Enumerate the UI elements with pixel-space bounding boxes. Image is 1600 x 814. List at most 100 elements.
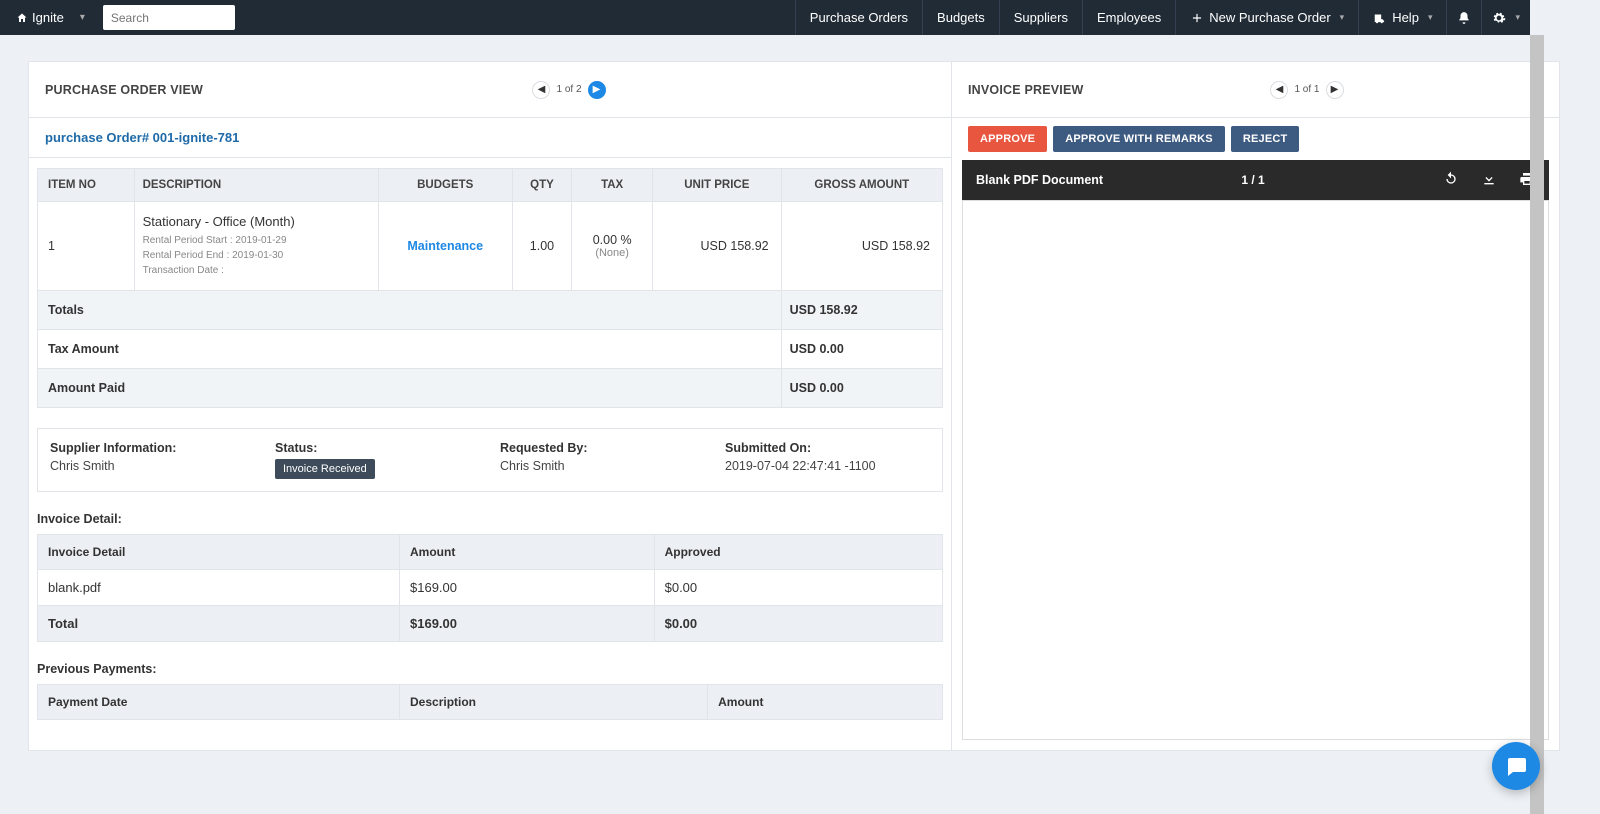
pager-next-button[interactable]: ▶	[588, 81, 606, 99]
pager-prev-button[interactable]: ◀	[1270, 81, 1288, 99]
submitted-col: Submitted On: 2019-07-04 22:47:41 -1100	[725, 441, 930, 479]
status-col: Status: Invoice Received	[275, 441, 480, 479]
col-budgets: BUDGETS	[378, 169, 512, 202]
reject-button[interactable]: REJECT	[1231, 126, 1300, 152]
col-invoice-detail: Invoice Detail	[38, 535, 400, 570]
cell-approved: $0.00	[654, 570, 942, 606]
nav-help[interactable]: Help ▾	[1358, 0, 1446, 35]
totals-value: USD 158.92	[781, 291, 942, 330]
desc-line: Rental Period Start : 2019-01-29	[143, 233, 370, 248]
cell-unit-price: USD 158.92	[653, 202, 782, 291]
pager-next-button[interactable]: ▶	[1326, 81, 1344, 99]
cell-item-no: 1	[38, 202, 135, 291]
vertical-scrollbar[interactable]	[1530, 35, 1544, 812]
preview-header: INVOICE PREVIEW ◀ 1 of 1 ▶ ✕	[952, 62, 1559, 118]
chat-fab-button[interactable]	[1492, 742, 1540, 790]
col-pay-desc: Description	[400, 685, 708, 720]
preview-title: INVOICE PREVIEW	[968, 83, 1084, 97]
table-row: blank.pdf $169.00 $0.00	[38, 570, 943, 606]
total-row: Total $169.00 $0.00	[38, 606, 943, 642]
totals-row: Totals USD 158.92	[38, 291, 943, 330]
nav-new-po[interactable]: New Purchase Order ▾	[1175, 0, 1358, 35]
nav-settings[interactable]: ▾	[1481, 0, 1530, 35]
invoice-detail-table: Invoice Detail Amount Approved blank.pdf…	[37, 534, 943, 642]
invoice-preview-panel: INVOICE PREVIEW ◀ 1 of 1 ▶ ✕ APPROVE APP…	[952, 62, 1559, 750]
desc-main: Stationary - Office (Month)	[143, 214, 370, 229]
download-icon[interactable]	[1481, 171, 1497, 190]
top-navbar: Ignite ▾ Purchase Orders Budgets Supplie…	[0, 0, 1530, 35]
cell-total-approved: $0.00	[654, 606, 942, 642]
brand-name: Ignite	[32, 10, 64, 25]
tax-row: Tax Amount USD 0.00	[38, 330, 943, 369]
budget-link[interactable]: Maintenance	[407, 239, 483, 253]
approval-actions: APPROVE APPROVE WITH REMARKS REJECT	[952, 118, 1559, 160]
nav-label: Purchase Orders	[810, 10, 908, 25]
info-box: Supplier Information: Chris Smith Status…	[37, 428, 943, 492]
truck-icon	[1373, 11, 1387, 25]
supplier-col: Supplier Information: Chris Smith	[50, 441, 255, 479]
col-pay-amount: Amount	[708, 685, 943, 720]
bell-icon	[1457, 11, 1471, 25]
tax-value: USD 0.00	[781, 330, 942, 369]
nav-suppliers[interactable]: Suppliers	[999, 0, 1082, 35]
cell-tax: 0.00 % (None)	[572, 202, 653, 291]
requested-value: Chris Smith	[500, 459, 705, 473]
pager-prev-button[interactable]: ◀	[532, 81, 550, 99]
nav-notifications[interactable]	[1446, 0, 1481, 35]
col-item-no: ITEM NO	[38, 169, 135, 202]
col-amount: Amount	[400, 535, 655, 570]
col-approved: Approved	[654, 535, 942, 570]
invoice-detail-heading: Invoice Detail:	[37, 512, 943, 526]
desc-line: Rental Period End : 2019-01-30	[143, 248, 370, 263]
requested-col: Requested By: Chris Smith	[500, 441, 705, 479]
nav-label: Help	[1392, 10, 1419, 25]
approve-button[interactable]: APPROVE	[968, 126, 1047, 152]
search-container	[103, 5, 235, 30]
chevron-down-icon: ▾	[80, 12, 85, 23]
pdf-filename: Blank PDF Document	[976, 173, 1103, 187]
col-qty: QTY	[512, 169, 572, 202]
line-items-table: ITEM NO DESCRIPTION BUDGETS QTY TAX UNIT…	[37, 168, 943, 408]
brand-menu[interactable]: Ignite ▾	[8, 10, 93, 25]
col-unit-price: UNIT PRICE	[653, 169, 782, 202]
page-content: PURCHASE ORDER VIEW ◀ 1 of 2 ▶ purchase …	[0, 35, 1600, 814]
search-input[interactable]	[103, 5, 235, 30]
desc-sub: Rental Period Start : 2019-01-29 Rental …	[143, 233, 370, 278]
tax-none: (None)	[580, 247, 644, 259]
paid-row: Amount Paid USD 0.00	[38, 369, 943, 408]
chat-icon	[1504, 754, 1528, 778]
nav-label: Employees	[1097, 10, 1161, 25]
cell-budget: Maintenance	[378, 202, 512, 291]
paid-value: USD 0.00	[781, 369, 942, 408]
cell-description: Stationary - Office (Month) Rental Perio…	[134, 202, 378, 291]
pdf-viewport[interactable]	[962, 200, 1549, 740]
plus-icon	[1190, 11, 1204, 25]
nav-label: Suppliers	[1014, 10, 1068, 25]
nav-purchase-orders[interactable]: Purchase Orders	[795, 0, 922, 35]
nav-employees[interactable]: Employees	[1082, 0, 1175, 35]
main-panel: PURCHASE ORDER VIEW ◀ 1 of 2 ▶ purchase …	[28, 61, 1560, 751]
po-pager: ◀ 1 of 2 ▶	[532, 81, 605, 99]
nav-budgets[interactable]: Budgets	[922, 0, 999, 35]
approve-remarks-button[interactable]: APPROVE WITH REMARKS	[1053, 126, 1225, 152]
totals-label: Totals	[38, 291, 782, 330]
col-tax: TAX	[572, 169, 653, 202]
pager-label: 1 of 1	[1294, 84, 1319, 95]
cell-file: blank.pdf	[38, 570, 400, 606]
payments-table: Payment Date Description Amount	[37, 684, 943, 720]
cell-total-label: Total	[38, 606, 400, 642]
cell-amount: $169.00	[400, 570, 655, 606]
col-payment-date: Payment Date	[38, 685, 400, 720]
requested-label: Requested By:	[500, 441, 705, 455]
col-gross: GROSS AMOUNT	[781, 169, 942, 202]
status-label: Status:	[275, 441, 480, 455]
po-number: purchase Order# 001-ignite-781	[29, 118, 951, 158]
tax-pct: 0.00 %	[580, 233, 644, 247]
home-icon	[16, 12, 28, 24]
cell-gross: USD 158.92	[781, 202, 942, 291]
supplier-value: Chris Smith	[50, 459, 255, 473]
submitted-value: 2019-07-04 22:47:41 -1100	[725, 459, 930, 473]
po-title: PURCHASE ORDER VIEW	[45, 83, 203, 97]
scroll-thumb[interactable]	[1530, 35, 1544, 814]
rotate-icon[interactable]	[1443, 171, 1459, 190]
